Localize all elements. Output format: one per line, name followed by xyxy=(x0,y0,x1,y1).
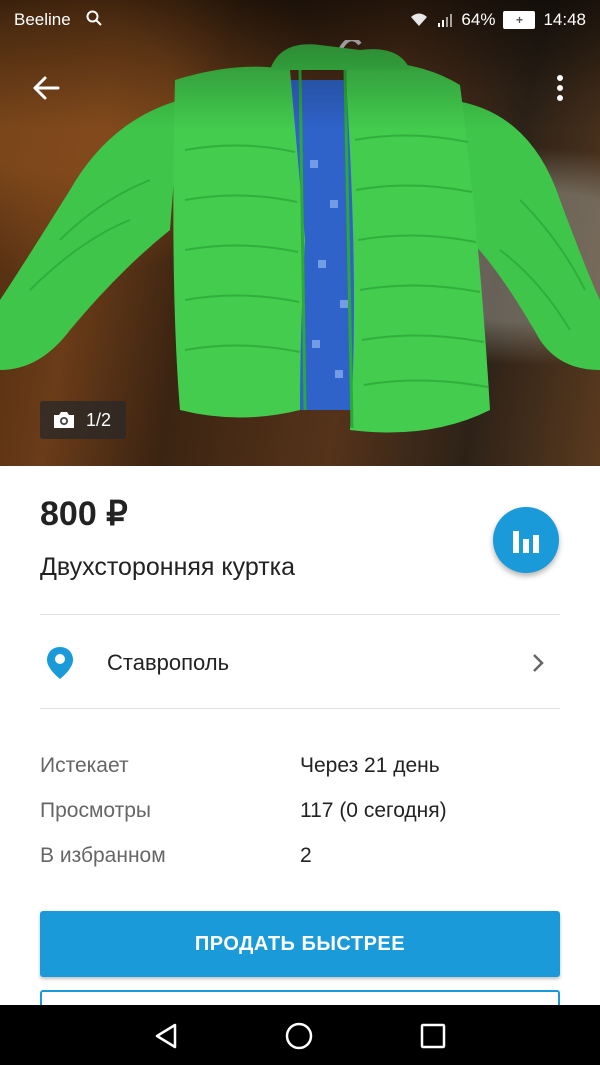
status-bar: Beeline 64% + 14:48 xyxy=(0,0,600,40)
photo-counter-text: 1/2 xyxy=(86,409,112,430)
detail-value-views: 117 (0 сегодня) xyxy=(300,799,447,822)
search-icon xyxy=(86,10,102,26)
location-city: Ставрополь xyxy=(107,650,230,675)
battery-percent: 64% xyxy=(461,10,496,29)
listing-price: 800 ₽ xyxy=(40,495,128,533)
wifi-icon xyxy=(411,13,428,26)
sell-faster-button[interactable]: ПРОДАТЬ БЫСТРЕЕ xyxy=(40,911,560,977)
detail-label-views: Просмотры xyxy=(40,799,151,822)
photo-counter: 1/2 xyxy=(40,401,126,439)
more-vertical-icon[interactable] xyxy=(548,70,572,106)
divider xyxy=(40,708,560,709)
location-row[interactable]: Ставрополь xyxy=(0,616,600,708)
signal-icon xyxy=(438,14,453,27)
system-nav-bar xyxy=(0,1005,600,1065)
chevron-right-icon xyxy=(533,654,544,672)
listing-photo[interactable] xyxy=(0,0,600,466)
nav-recents-icon[interactable] xyxy=(420,1023,446,1049)
nav-back-icon[interactable] xyxy=(152,1022,180,1050)
location-pin-icon xyxy=(47,647,73,679)
clock: 14:48 xyxy=(543,10,586,29)
listing-title: Двухсторонняя куртка xyxy=(40,553,296,581)
detail-label-favorites: В избранном xyxy=(40,844,166,867)
detail-value-expires: Через 21 день xyxy=(300,754,440,777)
carrier-name: Beeline xyxy=(14,10,71,29)
camera-icon xyxy=(54,412,74,428)
detail-value-favorites: 2 xyxy=(300,844,312,867)
detail-label-expires: Истекает xyxy=(40,754,129,777)
status-right: 64% + 14:48 xyxy=(409,10,586,30)
statistics-button[interactable] xyxy=(493,507,559,573)
bar-chart-icon xyxy=(513,531,539,553)
battery-charging-icon: + xyxy=(503,11,536,29)
back-arrow-icon[interactable] xyxy=(28,70,64,106)
divider xyxy=(40,614,560,615)
nav-home-icon[interactable] xyxy=(284,1021,314,1051)
